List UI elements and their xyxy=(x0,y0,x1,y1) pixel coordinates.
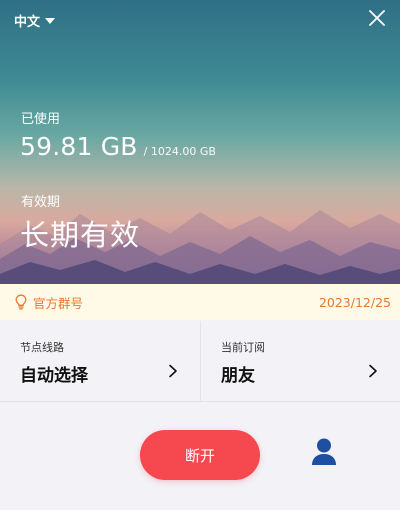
used-value: 59.81 GB xyxy=(20,132,138,161)
notice-date: 2023/12/25 xyxy=(318,294,391,310)
subscription-card[interactable]: 当前订阅 朋友 xyxy=(200,321,400,402)
validity-value: 长期有效 xyxy=(20,218,141,252)
caret-down-icon xyxy=(45,18,56,24)
node-route-label: 节点线路 xyxy=(20,341,64,354)
chevron-right-icon xyxy=(169,364,177,378)
disconnect-label: 断开 xyxy=(184,446,215,465)
notice-bar: 官方群号 2023/12/25 xyxy=(0,284,400,320)
status-hero: 中文 已使用 59.81 GB / 1024.00 GB 有效期 长期有效 xyxy=(0,0,400,284)
selection-cards: 节点线路 自动选择 当前订阅 朋友 xyxy=(0,321,400,402)
user-icon[interactable] xyxy=(311,437,337,467)
usage-readout: 59.81 GB / 1024.00 GB xyxy=(20,132,216,161)
official-group-label: 官方群号 xyxy=(33,295,84,311)
disconnect-button[interactable]: 断开 xyxy=(140,430,260,480)
used-label: 已使用 xyxy=(21,112,61,127)
total-value: / 1024.00 GB xyxy=(143,145,216,158)
official-group-link[interactable]: 官方群号 xyxy=(14,293,83,312)
language-label: 中文 xyxy=(14,15,41,30)
subscription-label: 当前订阅 xyxy=(221,341,265,354)
chevron-right-icon xyxy=(369,364,377,378)
validity-label: 有效期 xyxy=(21,195,61,210)
close-icon[interactable] xyxy=(368,9,386,27)
lightbulb-icon xyxy=(15,294,27,310)
node-route-card[interactable]: 节点线路 自动选择 xyxy=(0,321,200,402)
language-selector[interactable]: 中文 xyxy=(14,11,56,30)
